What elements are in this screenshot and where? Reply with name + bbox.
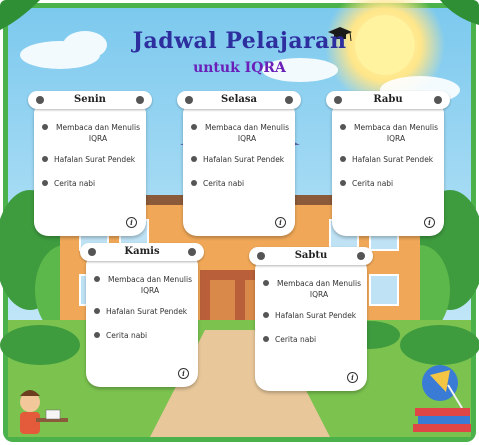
pin-icon: [36, 96, 44, 104]
bullet-icon: [340, 180, 346, 186]
day-header: Rabu: [326, 91, 450, 109]
pin-icon: [136, 96, 144, 104]
bullet-icon: [263, 280, 269, 286]
list-item: Membaca dan Menulis IQRA: [92, 274, 194, 306]
list-item: Cerita nabi: [189, 178, 291, 198]
pin-icon: [334, 96, 342, 104]
day-header: Selasa: [177, 91, 301, 109]
day-name: Sabtu: [294, 250, 328, 261]
list-item: Cerita nabi: [261, 334, 363, 354]
bullet-icon: [191, 180, 197, 186]
books-illustration: [413, 408, 471, 432]
day-card-sabtu: Sabtu Membaca dan Menulis IQRA Hafalan S…: [249, 247, 373, 391]
list-item: Membaca dan Menulis IQRA: [189, 122, 291, 154]
bullet-icon: [340, 124, 346, 130]
list-item: Membaca dan Menulis IQRA: [261, 278, 363, 310]
list-item: Cerita nabi: [40, 178, 142, 198]
pin-icon: [434, 96, 442, 104]
list-item: Hafalan Surat Pendek: [40, 154, 142, 178]
list-item: Hafalan Surat Pendek: [189, 154, 291, 178]
day-name: Senin: [74, 94, 106, 105]
list-item: Hafalan Surat Pendek: [338, 154, 440, 178]
bullet-icon: [191, 124, 197, 130]
lesson-list: Membaca dan Menulis IQRA Hafalan Surat P…: [92, 274, 194, 350]
bullet-icon: [263, 336, 269, 342]
bullet-icon: [94, 276, 100, 282]
lesson-list: Membaca dan Menulis IQRA Hafalan Surat P…: [338, 122, 440, 198]
lesson-list: Membaca dan Menulis IQRA Hafalan Surat P…: [261, 278, 363, 354]
bullet-icon: [42, 180, 48, 186]
page-subtitle: untuk IQRA: [193, 60, 286, 76]
bullet-icon: [42, 156, 48, 162]
schedule-slide: Jadwal Pelajaran untuk IQRA Senin Membac…: [0, 0, 479, 445]
list-item: Cerita nabi: [338, 178, 440, 198]
page-title: Jadwal Pelajaran: [132, 28, 347, 54]
list-item: Membaca dan Menulis IQRA: [338, 122, 440, 154]
day-card-rabu: Rabu Membaca dan Menulis IQRA Hafalan Su…: [326, 91, 450, 236]
day-card-senin: Senin Membaca dan Menulis IQRA Hafalan S…: [28, 91, 152, 236]
info-icon[interactable]: i: [126, 217, 137, 228]
day-name: Rabu: [373, 94, 403, 105]
lesson-list: Membaca dan Menulis IQRA Hafalan Surat P…: [40, 122, 142, 198]
list-item: Hafalan Surat Pendek: [92, 306, 194, 330]
bullet-icon: [94, 332, 100, 338]
pin-icon: [88, 248, 96, 256]
pin-icon: [185, 96, 193, 104]
day-header: Kamis: [80, 243, 204, 261]
lesson-list: Membaca dan Menulis IQRA Hafalan Surat P…: [189, 122, 291, 198]
info-icon[interactable]: i: [178, 368, 189, 379]
day-card-kamis: Kamis Membaca dan Menulis IQRA Hafalan S…: [80, 243, 204, 387]
bullet-icon: [340, 156, 346, 162]
day-header: Sabtu: [249, 247, 373, 265]
bullet-icon: [94, 308, 100, 314]
info-icon[interactable]: i: [275, 217, 286, 228]
pin-icon: [357, 252, 365, 260]
bullet-icon: [42, 124, 48, 130]
pin-icon: [188, 248, 196, 256]
day-header: Senin: [28, 91, 152, 109]
list-item: Cerita nabi: [92, 330, 194, 350]
list-item: Membaca dan Menulis IQRA: [40, 122, 142, 154]
day-card-selasa: Selasa Membaca dan Menulis IQRA Hafalan …: [177, 91, 301, 236]
day-name: Selasa: [221, 94, 257, 105]
info-icon[interactable]: i: [424, 217, 435, 228]
list-item: Hafalan Surat Pendek: [261, 310, 363, 334]
day-name: Kamis: [124, 246, 160, 257]
pin-icon: [257, 252, 265, 260]
bullet-icon: [263, 312, 269, 318]
info-icon[interactable]: i: [347, 372, 358, 383]
pin-icon: [285, 96, 293, 104]
bullet-icon: [191, 156, 197, 162]
